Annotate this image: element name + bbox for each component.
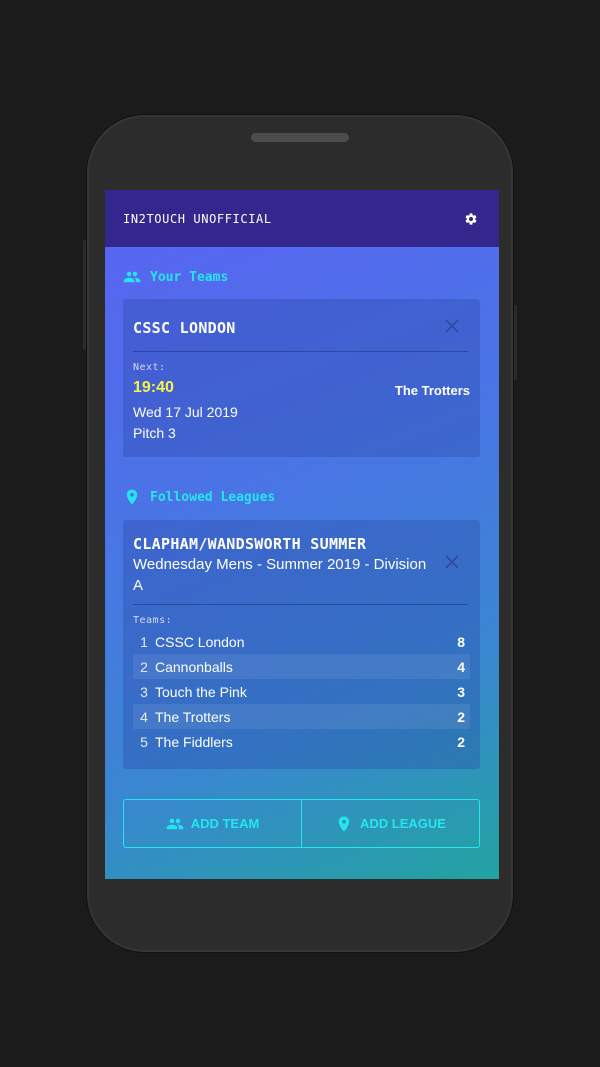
remove-team-button[interactable]: [444, 318, 460, 334]
next-match-date: Wed 17 Jul 2019: [133, 404, 238, 420]
add-team-label: ADD TEAM: [190, 816, 260, 831]
app-bar: IN2TOUCH UNOFFICIAL: [105, 190, 499, 247]
team-points: 2: [457, 733, 465, 750]
people-icon: [166, 815, 184, 833]
action-button-group: ADD TEAM ADD LEAGUE: [123, 799, 480, 848]
app-title: IN2TOUCH UNOFFICIAL: [123, 211, 272, 226]
team-name: The Fiddlers: [155, 733, 233, 750]
team-points: 4: [457, 658, 465, 675]
add-team-button[interactable]: ADD TEAM: [124, 800, 301, 847]
remove-league-button[interactable]: [444, 554, 460, 570]
section-title: Followed Leagues: [150, 489, 276, 505]
divider: [133, 351, 468, 352]
league-division: Wednesday Mens - Summer 2019 - Division …: [133, 556, 427, 594]
team-position: 3: [140, 683, 148, 700]
table-row[interactable]: 4 The Trotters 2: [133, 704, 470, 729]
team-points: 2: [457, 708, 465, 725]
team-position: 4: [140, 708, 148, 725]
next-match-time: 19:40: [133, 379, 174, 396]
next-match-opponent: The Trotters: [394, 383, 470, 398]
location-pin-icon: [335, 815, 353, 833]
section-title: Your Teams: [150, 269, 229, 285]
table-row[interactable]: 3 Touch the Pink 3: [133, 679, 470, 704]
followed-leagues-heading: Followed Leagues: [123, 488, 275, 506]
people-icon: [123, 268, 141, 286]
add-league-button[interactable]: ADD LEAGUE: [301, 800, 479, 847]
settings-button[interactable]: [462, 210, 480, 228]
team-position: 2: [140, 658, 148, 675]
team-card[interactable]: CSSC LONDON Next: 19:40 Wed 17 Jul 2019 …: [123, 299, 480, 457]
team-name: Cannonballs: [155, 658, 233, 675]
team-name: The Trotters: [155, 708, 231, 725]
close-icon: [445, 319, 459, 333]
teams-label: Teams:: [133, 615, 173, 626]
your-teams-heading: Your Teams: [123, 268, 228, 286]
next-label: Next:: [133, 362, 166, 373]
app-screen: IN2TOUCH UNOFFICIAL Your Teams CSSC LOND…: [105, 190, 499, 879]
table-row[interactable]: 5 The Fiddlers 2: [133, 729, 470, 754]
add-league-label: ADD LEAGUE: [360, 816, 446, 831]
league-card[interactable]: CLAPHAM/WANDSWORTH SUMMER Wednesday Mens…: [123, 520, 480, 769]
phone-speaker: [251, 133, 349, 142]
team-name: CSSC London: [155, 633, 245, 650]
table-row[interactable]: 2 Cannonballs 4: [133, 654, 470, 679]
location-pin-icon: [123, 488, 141, 506]
table-row[interactable]: 1 CSSC London 8: [133, 629, 470, 654]
team-name: Touch the Pink: [155, 683, 247, 700]
team-position: 1: [140, 633, 148, 650]
team-points: 8: [457, 633, 465, 650]
team-position: 5: [140, 733, 148, 750]
next-match-pitch: Pitch 3: [133, 425, 176, 441]
close-icon: [445, 555, 459, 569]
gear-icon: [465, 212, 477, 225]
league-name: CLAPHAM/WANDSWORTH SUMMER: [133, 535, 367, 553]
divider: [133, 604, 468, 605]
team-name: CSSC LONDON: [133, 319, 236, 337]
team-points: 3: [457, 683, 465, 700]
standings-table: 1 CSSC London 8 2 Cannonballs 4 3 Touch …: [133, 629, 470, 754]
